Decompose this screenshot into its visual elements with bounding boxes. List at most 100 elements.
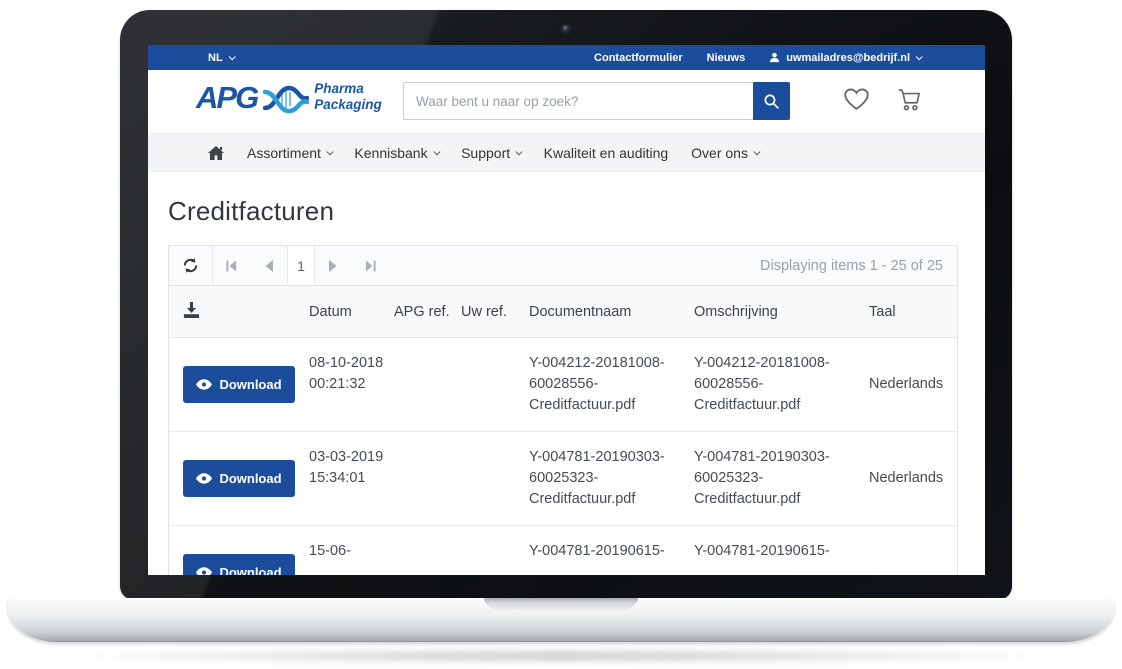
next-page-icon: [329, 260, 338, 272]
table-header-row: Datum APG ref. Uw ref. Documentnaam Omsc…: [169, 286, 957, 338]
column-header-uw-ref: Uw ref.: [461, 304, 529, 320]
taal-cell: Nederlands: [869, 432, 957, 525]
shopping-cart-icon: [896, 87, 923, 112]
uw-ref-cell: [461, 432, 529, 525]
datum-cell: 08-10-2018 00:21:32: [309, 338, 394, 431]
uw-ref-cell: [461, 526, 529, 575]
download-button-label: Download: [219, 565, 281, 575]
previous-page-icon: [264, 260, 273, 272]
chevron-down-icon: [327, 149, 333, 155]
chevron-down-icon: [228, 53, 235, 60]
items-count-status: Displaying items 1 - 25 of 25: [760, 258, 957, 274]
download-tray-icon: [183, 302, 200, 318]
nav-support[interactable]: Support: [461, 145, 521, 161]
chevron-down-icon: [754, 149, 760, 155]
logo-brand-text: APG: [196, 82, 257, 113]
nav-label: Assortiment: [247, 145, 321, 161]
nav-label: Over ons: [691, 145, 748, 161]
apg-ref-cell: [394, 338, 461, 431]
search-input[interactable]: [403, 82, 753, 120]
download-cell: Download: [169, 526, 309, 575]
laptop-reflection: [60, 648, 1062, 664]
column-header-datum: Datum: [309, 304, 394, 320]
site-header: APG Pharma Packaging: [148, 70, 985, 133]
heart-icon: [843, 87, 870, 111]
page-content: Creditfacturen: [148, 196, 985, 575]
download-cell: Download: [169, 432, 309, 525]
home-icon: [208, 146, 224, 160]
column-header-documentnaam: Documentnaam: [529, 304, 694, 320]
news-link[interactable]: Nieuws: [707, 52, 746, 64]
column-header-taal: Taal: [869, 304, 957, 320]
table-row: Download 15-06- Y-004781-20190615- Y-004…: [169, 526, 957, 575]
utility-topbar: NL Contactformulier Nieuws uwmailadres@b…: [148, 45, 985, 70]
account-email: uwmailadres@bedrijf.nl: [786, 52, 910, 64]
download-cell: Download: [169, 338, 309, 431]
download-button-label: Download: [219, 471, 281, 486]
browser-viewport: NL Contactformulier Nieuws uwmailadres@b…: [148, 45, 985, 575]
current-page-indicator[interactable]: 1: [287, 246, 315, 285]
pagination: 1: [213, 246, 389, 285]
documentnaam-cell: Y-004781-20190303-60025323-Creditfactuur…: [529, 432, 694, 525]
table-row: Download 08-10-2018 00:21:32 Y-004212-20…: [169, 338, 957, 432]
download-button-label: Download: [219, 377, 281, 392]
chevron-down-icon: [916, 53, 923, 60]
cart-button[interactable]: [896, 87, 923, 117]
refresh-icon: [182, 257, 199, 274]
wishlist-button[interactable]: [843, 87, 870, 116]
first-page-button[interactable]: [213, 246, 250, 285]
column-header-omschrijving: Omschrijving: [694, 304, 869, 320]
search-bar: [403, 82, 790, 120]
download-button[interactable]: Download: [183, 366, 295, 403]
chevron-down-icon: [516, 149, 522, 155]
webcam-icon: [562, 25, 570, 33]
logo-tagline-line2: Packaging: [314, 97, 382, 113]
nav-over-ons[interactable]: Over ons: [691, 145, 758, 161]
last-page-button[interactable]: [352, 246, 389, 285]
documentnaam-cell: Y-004212-20181008-60028556-Creditfactuur…: [529, 338, 694, 431]
column-header-apg-ref: APG ref.: [394, 304, 461, 320]
laptop-screen-bezel: NL Contactformulier Nieuws uwmailadres@b…: [120, 10, 1012, 600]
language-selector[interactable]: NL: [208, 52, 234, 64]
apg-ref-cell: [394, 526, 461, 575]
datum-cell: 03-03-2019 15:34:01: [309, 432, 394, 525]
grid-toolbar: 1 Displaying items 1 - 25 of 25: [169, 246, 957, 286]
refresh-button[interactable]: [169, 246, 213, 285]
chevron-down-icon: [433, 149, 439, 155]
first-page-icon: [226, 260, 237, 272]
eye-icon: [196, 379, 212, 390]
last-page-icon: [365, 260, 376, 272]
nav-home[interactable]: [208, 146, 224, 160]
previous-page-button[interactable]: [250, 246, 287, 285]
documents-grid: 1 Displaying items 1 - 25 of 25: [168, 245, 958, 575]
dna-helix-icon: [263, 82, 309, 114]
site-logo[interactable]: APG Pharma Packaging: [196, 80, 382, 114]
language-label: NL: [208, 52, 223, 64]
search-button[interactable]: [753, 82, 790, 120]
contact-link[interactable]: Contactformulier: [594, 52, 683, 64]
nav-kennisbank[interactable]: Kennisbank: [354, 145, 438, 161]
table-row: Download 03-03-2019 15:34:01 Y-004781-20…: [169, 432, 957, 526]
eye-icon: [196, 473, 212, 484]
download-column-header: [169, 302, 309, 322]
download-button[interactable]: Download: [183, 554, 295, 575]
taal-cell: [869, 526, 957, 575]
apg-ref-cell: [394, 432, 461, 525]
download-button[interactable]: Download: [183, 460, 295, 497]
nav-kwaliteit-en-auditing[interactable]: Kwaliteit en auditing: [544, 145, 669, 161]
account-menu[interactable]: uwmailadres@bedrijf.nl: [769, 52, 921, 64]
eye-icon: [196, 567, 212, 575]
nav-assortiment[interactable]: Assortiment: [247, 145, 331, 161]
omschrijving-cell: Y-004781-20190615-: [694, 526, 869, 575]
search-icon: [763, 93, 780, 110]
next-page-button[interactable]: [315, 246, 352, 285]
omschrijving-cell: Y-004212-20181008-60028556-Creditfactuur…: [694, 338, 869, 431]
page-title: Creditfacturen: [168, 196, 965, 227]
logo-tagline-line1: Pharma: [314, 81, 382, 97]
documentnaam-cell: Y-004781-20190615-: [529, 526, 694, 575]
uw-ref-cell: [461, 338, 529, 431]
laptop-base-notch: [484, 598, 638, 614]
nav-label: Kwaliteit en auditing: [544, 145, 669, 161]
nav-label: Support: [461, 145, 510, 161]
omschrijving-cell: Y-004781-20190303-60025323-Creditfactuur…: [694, 432, 869, 525]
